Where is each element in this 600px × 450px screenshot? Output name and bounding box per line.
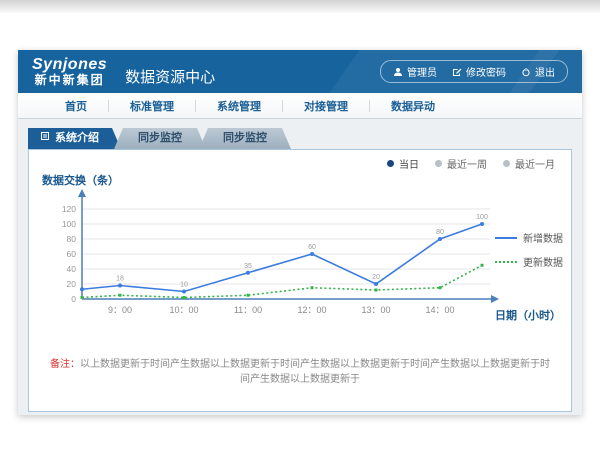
logo-text-cn: 新中新集团: [32, 74, 107, 87]
document-icon: [40, 128, 50, 149]
svg-text:18: 18: [116, 276, 124, 283]
tab-system-intro[interactable]: 系统介绍: [28, 128, 121, 149]
svg-text:10：00: 10：00: [169, 305, 198, 315]
radio-last-week[interactable]: 最近一周: [435, 156, 487, 171]
page-container: Synjones 新中新集团 数据资源中心 管理员 修改密码: [18, 50, 582, 415]
app-header: Synjones 新中新集团 数据资源中心 管理员 修改密码: [18, 50, 582, 93]
tab-sync-monitor-2[interactable]: 同步监控: [199, 128, 291, 149]
radio-dot: [503, 160, 510, 167]
legend-label: 新增数据: [523, 230, 563, 245]
logout-button[interactable]: 退出: [521, 64, 555, 79]
nav-item-connection-mgmt[interactable]: 对接管理: [283, 98, 369, 114]
legend-label: 更新数据: [523, 254, 563, 269]
svg-text:60: 60: [67, 249, 77, 259]
solid-line-swatch: [495, 237, 517, 239]
change-password-button[interactable]: 修改密码: [452, 64, 506, 79]
page-title: 数据资源中心: [125, 66, 215, 87]
power-icon: [521, 67, 531, 77]
nav-item-data-change[interactable]: 数据异动: [370, 98, 456, 114]
nav-item-home[interactable]: 首页: [44, 98, 108, 114]
svg-text:9：00: 9：00: [108, 305, 132, 315]
user-toolbar: 管理员 修改密码 退出: [380, 60, 568, 83]
current-user[interactable]: 管理员: [393, 64, 437, 79]
user-icon: [393, 67, 403, 77]
nav-item-standard-mgmt[interactable]: 标准管理: [109, 98, 195, 114]
tab-sync-monitor-1[interactable]: 同步监控: [114, 128, 206, 149]
time-range-filter: 当日 最近一周 最近一月: [387, 156, 555, 171]
brand-logo: Synjones 新中新集团: [18, 57, 107, 86]
svg-text:60: 60: [308, 244, 316, 251]
svg-text:0: 0: [71, 294, 76, 304]
svg-text:13：00: 13：00: [361, 305, 390, 315]
radio-dot: [435, 160, 442, 167]
x-axis-title: 日期（小时）: [495, 307, 561, 323]
radio-dot: [387, 160, 394, 167]
radio-last-month[interactable]: 最近一月: [503, 156, 555, 171]
radio-label: 最近一周: [447, 156, 487, 171]
legend-item-updated-data[interactable]: 更新数据: [495, 254, 563, 269]
change-password-label: 修改密码: [466, 64, 506, 79]
svg-text:100: 100: [62, 219, 76, 229]
nav-item-system-mgmt[interactable]: 系统管理: [196, 98, 282, 114]
user-name-label: 管理员: [407, 64, 437, 79]
svg-text:14：00: 14：00: [425, 305, 454, 315]
logo-text-en: Synjones: [32, 57, 107, 74]
dotted-line-swatch: [495, 261, 517, 263]
svg-text:12：00: 12：00: [297, 305, 326, 315]
chart-panel: 当日 最近一周 最近一月 数据交换（条） 0204060801001209：00…: [28, 149, 572, 412]
radio-label: 最近一月: [515, 156, 555, 171]
content-area: 系统介绍 同步监控 同步监控 当日 最近一周: [18, 119, 582, 415]
legend-item-new-data[interactable]: 新增数据: [495, 230, 563, 245]
svg-text:11：00: 11：00: [234, 305, 262, 315]
main-nav: 首页 标准管理 系统管理 对接管理 数据异动: [18, 93, 582, 119]
svg-text:120: 120: [62, 204, 76, 214]
chart-legend: 新增数据 更新数据: [495, 230, 563, 278]
svg-text:40: 40: [67, 264, 77, 274]
tab-label: 系统介绍: [55, 128, 99, 149]
svg-text:80: 80: [67, 234, 77, 244]
radio-label: 当日: [399, 156, 419, 171]
footnote-prefix: 备注：: [50, 359, 80, 370]
svg-text:10: 10: [180, 282, 188, 289]
footnote-text: 以上数据更新于时间产生数据以上数据更新于时间产生数据以上数据更新于时间产生数据以…: [80, 359, 550, 385]
svg-text:80: 80: [436, 229, 444, 236]
screen: Synjones 新中新集团 数据资源中心 管理员 修改密码: [0, 0, 600, 450]
svg-text:35: 35: [244, 263, 252, 270]
radio-today[interactable]: 当日: [387, 156, 419, 171]
footnote: 备注：以上数据更新于时间产生数据以上数据更新于时间产生数据以上数据更新于时间产生…: [29, 355, 571, 385]
edit-icon: [452, 67, 462, 77]
svg-text:20: 20: [372, 274, 380, 281]
logout-label: 退出: [535, 64, 555, 79]
tab-bar: 系统介绍 同步监控 同步监控: [28, 119, 582, 149]
svg-text:100: 100: [476, 214, 488, 221]
svg-text:20: 20: [67, 279, 77, 289]
window-top-edge: [0, 0, 600, 13]
line-chart: 0 20 40 60 80 100 120 9：00 10：00 11：00 12：00 13：00 1…: [47, 186, 507, 336]
